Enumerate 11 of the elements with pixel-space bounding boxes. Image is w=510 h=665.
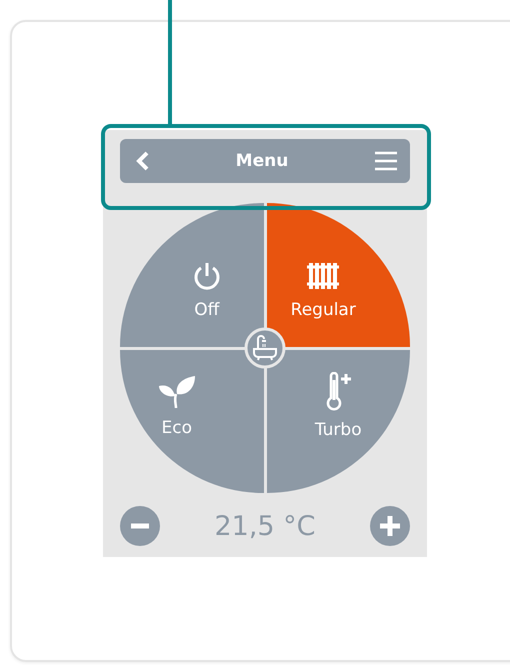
mode-button[interactable]: Regular: [266, 203, 410, 346]
menu-title: Menu: [236, 151, 288, 171]
mode-button[interactable]: Off: [120, 203, 264, 346]
plus-button[interactable]: [370, 506, 410, 546]
back-icon[interactable]: [136, 151, 150, 171]
leaf-icon: [156, 374, 197, 410]
minus-button[interactable]: [120, 506, 160, 546]
temperature-reading: 21,5 °C: [214, 510, 316, 542]
menu-icon[interactable]: [374, 151, 398, 171]
mode-button[interactable]: Turbo: [266, 350, 410, 493]
mode-button[interactable]: Eco: [120, 350, 264, 493]
